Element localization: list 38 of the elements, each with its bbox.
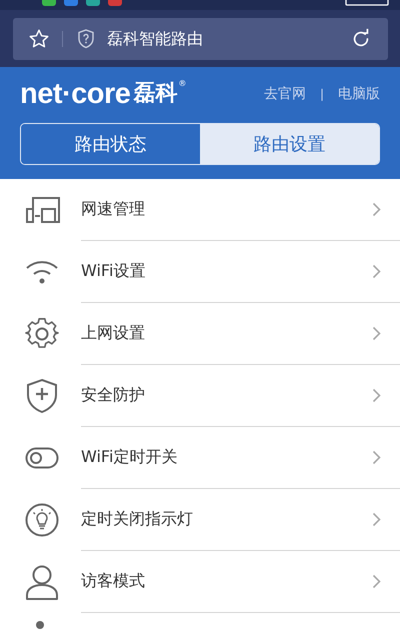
menu-item[interactable]: 上网设置 [0, 303, 400, 365]
star-icon[interactable] [28, 28, 50, 50]
address-bar[interactable]: 磊科智能路由 [13, 18, 388, 60]
shield-question-icon [77, 29, 95, 49]
settings-icon [25, 317, 59, 351]
menu-label: 安全防护 [81, 385, 146, 406]
lightbulb-icon [25, 503, 59, 537]
menu-item[interactable]: 访客模式 [0, 551, 400, 613]
chevron-right-icon [372, 512, 381, 527]
menu-item[interactable]: 安全防护 [0, 365, 400, 427]
wifi-icon [25, 260, 59, 284]
chevron-right-icon [372, 326, 381, 341]
chevron-right-icon [372, 388, 381, 403]
official-site-link[interactable]: 去官网 [264, 85, 306, 103]
person-icon [25, 564, 59, 600]
link-separator: | [320, 87, 324, 101]
tab[interactable]: 路由设置 [200, 124, 379, 164]
netcore-logo: net·core磊科® [20, 79, 186, 109]
dot-icon [36, 621, 44, 629]
menu-item[interactable]: 网速管理 [0, 179, 400, 241]
desktop-version-link[interactable]: 电脑版 [338, 85, 380, 103]
menu-label: WiFi设置 [81, 261, 146, 282]
menu-label: 上网设置 [81, 323, 146, 344]
menu-label: WiFi定时开关 [81, 447, 178, 468]
chevron-right-icon [372, 264, 381, 279]
toggle-icon [25, 447, 59, 469]
menu-label: 网速管理 [81, 199, 146, 220]
shield-plus-icon [25, 378, 59, 414]
chevron-right-icon [372, 574, 381, 589]
devices-icon [25, 196, 61, 224]
menu-item[interactable]: WiFi设置 [0, 241, 400, 303]
menu-label: 定时关闭指示灯 [81, 509, 194, 530]
menu-item[interactable]: 定时关闭指示灯 [0, 489, 400, 551]
menu-item[interactable]: WiFi定时开关 [0, 427, 400, 489]
chevron-right-icon [372, 450, 381, 465]
chevron-right-icon [372, 202, 381, 217]
menu-label: 访客模式 [81, 571, 146, 592]
page-title: 磊科智能路由 [107, 28, 204, 50]
